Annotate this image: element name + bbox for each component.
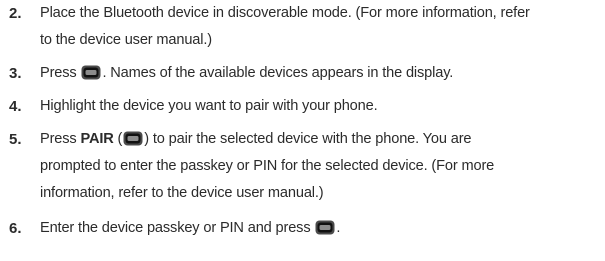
step-text: Highlight the device you want to pair wi… <box>40 93 598 120</box>
center-select-key-icon <box>81 65 101 80</box>
step-text-segment: ( <box>113 131 123 147</box>
step-text-segment: ) to pair the selected device with the p… <box>144 131 472 147</box>
step-text-segment: Enter the device passkey or PIN and pres… <box>40 220 315 236</box>
pair-softkey-label: PAIR <box>80 131 114 147</box>
step-text-segment: Press <box>40 131 81 147</box>
step-text: Press . Names of the available devices a… <box>40 60 598 87</box>
center-select-key-icon <box>315 220 335 235</box>
manual-page: 2. Place the Bluetooth device in discove… <box>0 0 605 261</box>
step-number: 5. <box>9 131 22 148</box>
step-text-segment: . Names of the available devices appears… <box>102 65 454 81</box>
step-text: Enter the device passkey or PIN and pres… <box>40 215 598 242</box>
step-number: 4. <box>9 98 22 115</box>
step-number: 2. <box>9 5 22 22</box>
step-line: prompted to enter the passkey or PIN for… <box>40 158 495 174</box>
center-select-key-icon <box>123 131 143 146</box>
step-number: 6. <box>9 220 22 237</box>
step-line: Highlight the device you want to pair wi… <box>40 98 378 114</box>
step-number: 3. <box>9 65 22 82</box>
step-line: information, refer to the device user ma… <box>40 185 324 201</box>
step-line: to the device user manual.) <box>40 32 212 48</box>
step-text: Place the Bluetooth device in discoverab… <box>40 0 598 54</box>
step-text: Press PAIR ( ) to pair the selected devic… <box>40 126 598 207</box>
step-text-segment: Press <box>40 65 81 81</box>
step-line: Place the Bluetooth device in discoverab… <box>40 5 530 21</box>
step-text-segment: . <box>336 220 341 236</box>
